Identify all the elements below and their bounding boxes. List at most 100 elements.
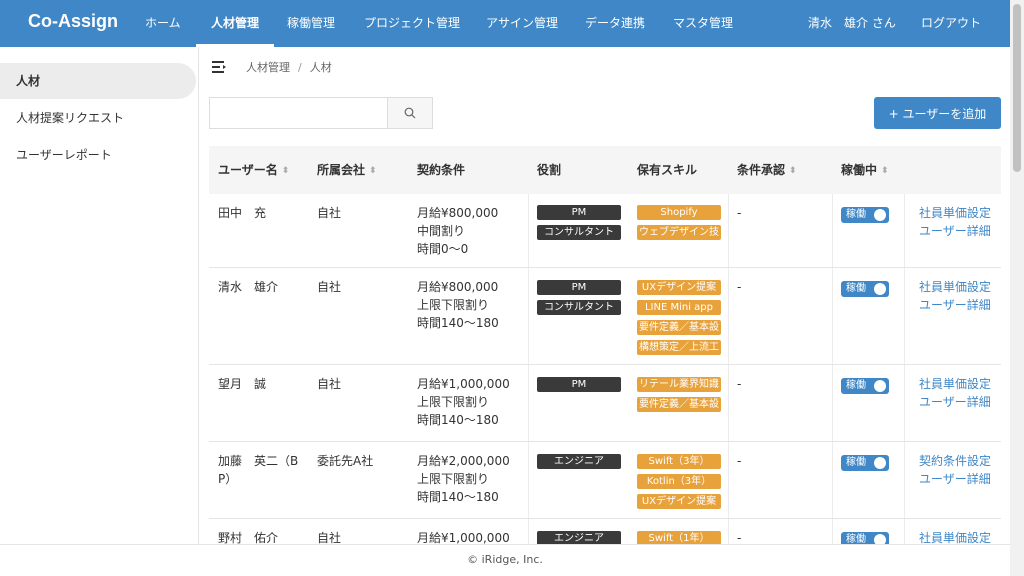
role-badge: コンサルタント xyxy=(537,225,621,240)
approval-status: - xyxy=(737,454,742,468)
approval-status: - xyxy=(737,206,742,220)
row-actions: 社員単価設定 ユーザー詳細 xyxy=(919,204,991,240)
role-badge: PM xyxy=(537,280,621,295)
user-name: 望月 誠 xyxy=(218,377,267,391)
company: 自社 xyxy=(317,377,342,391)
skills: リテール業界知識 要件定義／基本設 xyxy=(637,377,721,417)
active-toggle[interactable]: 稼働 xyxy=(841,278,889,297)
breadcrumb-parent[interactable]: 人材管理 xyxy=(246,59,290,75)
page-scrollbar[interactable] xyxy=(1010,0,1024,576)
contract: 月給¥800,000 中間割り 時間0〜0 xyxy=(417,206,499,256)
nav-project-management[interactable]: プロジェクト管理 xyxy=(364,0,460,47)
footer-copyright: © iRidge, Inc. xyxy=(0,544,1010,576)
skill-badge: 要件定義／基本設 xyxy=(637,397,721,412)
skill-badge: LINE Mini app xyxy=(637,300,721,315)
skill-badge: 構想策定／上流工 xyxy=(637,340,721,355)
skill-badge: ウェブデザイン技 xyxy=(637,225,721,240)
skill-badge: UXデザイン提案 xyxy=(637,494,721,509)
scrollbar-thumb[interactable] xyxy=(1013,4,1021,172)
add-user-button[interactable]: + ユーザーを追加 xyxy=(874,97,1001,129)
skill-badge: Kotlin（3年） xyxy=(637,474,721,489)
current-user-name[interactable]: 清水 雄介 さん xyxy=(808,0,896,47)
roles: PM コンサルタント xyxy=(537,280,621,320)
roles: PM xyxy=(537,377,621,397)
sidebar: 人材 人材提案リクエスト ユーザーレポート xyxy=(0,47,199,544)
user-detail-link[interactable]: ユーザー詳細 xyxy=(919,470,991,488)
row-actions: 社員単価設定 ユーザー詳細 xyxy=(919,375,991,411)
sidebar-item-talent[interactable]: 人材 xyxy=(0,63,196,99)
active-toggle[interactable]: 稼働 xyxy=(841,204,889,223)
logout-link[interactable]: ログアウト xyxy=(921,0,981,47)
company: 自社 xyxy=(317,280,342,294)
active-toggle[interactable]: 稼働 xyxy=(841,375,889,394)
sort-icon[interactable]: ⬍ xyxy=(369,147,377,195)
nav-data-integration[interactable]: データ連携 xyxy=(585,0,645,47)
sort-icon[interactable]: ⬍ xyxy=(881,147,889,195)
skill-badge: Shopify xyxy=(637,205,721,220)
skill-badge: リテール業界知識 xyxy=(637,377,721,392)
top-navbar: Co-Assign ホーム 人材管理 稼働管理 プロジェクト管理 アサイン管理 … xyxy=(0,0,1010,47)
column-header-skills: 保有スキル xyxy=(637,163,698,177)
contract: 月給¥1,000,000 上限下限割り 時間140〜180 xyxy=(417,377,510,427)
nav-talent-management[interactable]: 人材管理 xyxy=(196,0,275,47)
skill-badge: UXデザイン提案 xyxy=(637,280,721,295)
role-badge: PM xyxy=(537,205,621,220)
approval-status: - xyxy=(737,377,742,391)
column-header-approval[interactable]: 条件承認 ⬍ xyxy=(737,146,797,194)
table-row: 望月 誠 自社 月給¥1,000,000 上限下限割り 時間140〜180 PM リ… xyxy=(209,365,1001,442)
table-row: 清水 雄介 自社 月給¥800,000 上限下限割り 時間140〜180 PM コン… xyxy=(209,268,1001,365)
table-row: 田中 充 自社 月給¥800,000 中間割り 時間0〜0 PM コンサルタント S… xyxy=(209,194,1001,268)
employee-rate-setting-link[interactable]: 社員単価設定 xyxy=(919,204,991,222)
column-header-user-name[interactable]: ユーザー名 ⬍ xyxy=(218,146,289,194)
skills: Shopify ウェブデザイン技 xyxy=(637,205,721,245)
role-badge: コンサルタント xyxy=(537,300,621,315)
roles: PM コンサルタント xyxy=(537,205,621,245)
nav-operation-management[interactable]: 稼働管理 xyxy=(287,0,335,47)
contract: 月給¥2,000,000 上限下限割り 時間140〜180 xyxy=(417,454,510,504)
table-row: 加藤 英二（B P） 委託先A社 月給¥2,000,000 上限下限割り 時間140〜… xyxy=(209,442,1001,519)
user-name: 加藤 英二（B P） xyxy=(218,454,299,486)
employee-rate-setting-link[interactable]: 社員単価設定 xyxy=(919,278,991,296)
company: 自社 xyxy=(317,206,342,220)
company: 委託先A社 xyxy=(317,454,374,468)
skill-badge: Swift（3年） xyxy=(637,454,721,469)
search-button[interactable] xyxy=(387,97,433,129)
breadcrumb-separator: / xyxy=(298,60,302,74)
role-badge: PM xyxy=(537,377,621,392)
column-header-contract: 契約条件 xyxy=(417,163,466,177)
active-toggle[interactable]: 稼働 xyxy=(841,452,889,471)
skills: Swift（3年） Kotlin（3年） UXデザイン提案 xyxy=(637,454,721,514)
user-detail-link[interactable]: ユーザー詳細 xyxy=(919,222,991,240)
skills: UXデザイン提案 LINE Mini app 要件定義／基本設 構想策定／上流工 xyxy=(637,280,721,360)
nav-assign-management[interactable]: アサイン管理 xyxy=(486,0,558,47)
column-header-company[interactable]: 所属会社 ⬍ xyxy=(317,146,377,194)
employee-rate-setting-link[interactable]: 社員単価設定 xyxy=(919,375,991,393)
table-header: ユーザー名 ⬍ 所属会社 ⬍ 契約条件 役割 保有スキル 条件承認 ⬍ 稼働中 ⬍ xyxy=(209,146,1001,194)
user-name: 清水 雄介 xyxy=(218,280,279,294)
approval-status: - xyxy=(737,280,742,294)
breadcrumb-current: 人材 xyxy=(309,61,332,74)
user-detail-link[interactable]: ユーザー詳細 xyxy=(919,393,991,411)
sort-icon[interactable]: ⬍ xyxy=(282,147,290,195)
menu-toggle-icon[interactable] xyxy=(212,61,226,73)
row-actions: 社員単価設定 ユーザー詳細 xyxy=(919,278,991,314)
brand-logo[interactable]: Co-Assign xyxy=(28,11,118,32)
user-detail-link[interactable]: ユーザー詳細 xyxy=(919,296,991,314)
search-icon xyxy=(404,107,416,119)
row-actions: 契約条件設定 ユーザー詳細 xyxy=(919,452,991,488)
sidebar-item-user-report[interactable]: ユーザーレポート xyxy=(0,137,112,173)
nav-master-management[interactable]: マスタ管理 xyxy=(673,0,733,47)
search-input[interactable] xyxy=(209,97,387,129)
column-header-active[interactable]: 稼働中 ⬍ xyxy=(841,146,889,194)
roles: エンジニア xyxy=(537,454,621,474)
contract: 月給¥800,000 上限下限割り 時間140〜180 xyxy=(417,280,499,330)
sort-icon[interactable]: ⬍ xyxy=(789,147,797,195)
sidebar-item-talent-request[interactable]: 人材提案リクエスト xyxy=(0,100,124,136)
breadcrumb: 人材管理 / 人材 xyxy=(212,59,332,75)
user-name: 田中 充 xyxy=(218,206,267,220)
skill-badge: 要件定義／基本設 xyxy=(637,320,721,335)
nav-home[interactable]: ホーム xyxy=(145,0,181,47)
role-badge: エンジニア xyxy=(537,454,621,469)
column-header-role: 役割 xyxy=(537,163,562,177)
contract-condition-setting-link[interactable]: 契約条件設定 xyxy=(919,452,991,470)
